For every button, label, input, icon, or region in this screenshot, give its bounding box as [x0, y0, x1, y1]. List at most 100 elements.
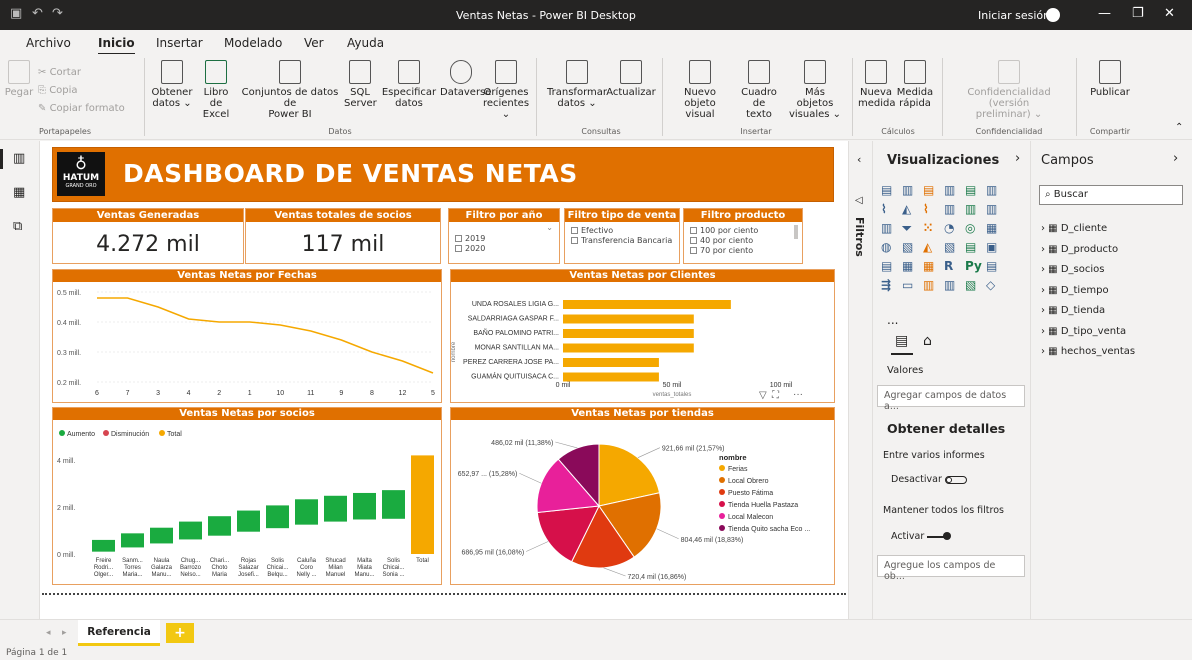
paint-roller-icon[interactable]: ⌂	[923, 333, 932, 349]
field-table-item[interactable]: › ▦ D_tipo_venta	[1041, 326, 1126, 337]
visual-type-icon[interactable]: ◎	[965, 221, 975, 235]
pie-chart-tiendas[interactable]: Ventas Netas por tiendas 921,66 mil (21,…	[450, 407, 835, 585]
menu-insertar[interactable]: Insertar	[156, 36, 203, 50]
visual-type-icon[interactable]: ▥	[944, 183, 955, 197]
field-table-item[interactable]: › ▦ D_cliente	[1041, 223, 1107, 234]
field-table-item[interactable]: › ▦ D_socios	[1041, 264, 1104, 275]
line-chart-fechas[interactable]: Ventas Netas por Fechas 0.5 mill. 0.4 mil…	[52, 269, 442, 403]
sensitivity-button[interactable]: Confidencialidad (versión preliminar) ⌄	[946, 54, 1072, 120]
visual-type-icon[interactable]: ⏷	[902, 221, 912, 236]
visual-type-icon[interactable]: ◇	[986, 278, 995, 292]
visual-type-icon[interactable]: ▤	[881, 183, 892, 197]
slicer-option[interactable]: 70 por ciento	[690, 246, 802, 256]
slicer-option[interactable]: 100 por ciento	[690, 226, 802, 236]
tab-referencia[interactable]: Referencia	[78, 620, 160, 646]
chevron-left-icon[interactable]: ‹	[857, 153, 861, 166]
visual-type-icon[interactable]: Py	[965, 259, 982, 273]
visual-type-icon[interactable]: ◭	[923, 240, 932, 254]
visual-type-icon[interactable]: ◍	[881, 240, 891, 254]
slicer-producto[interactable]: Filtro producto 100 por ciento 40 por ci…	[683, 208, 803, 264]
fields-search-input[interactable]: ⌕ Buscar	[1039, 185, 1183, 205]
menu-archivo[interactable]: Archivo	[26, 36, 71, 50]
dataverse-button[interactable]: Dataverse	[440, 54, 491, 98]
visual-type-icon[interactable]: ▥	[923, 278, 934, 292]
visual-type-icon[interactable]: ▥	[881, 221, 892, 235]
undo-icon[interactable]: ↶	[32, 6, 43, 21]
field-table-item[interactable]: › ▦ D_tiempo	[1041, 285, 1109, 296]
visual-type-icon[interactable]: ⌇	[881, 202, 887, 216]
waterfall-chart-socios[interactable]: Ventas Netas por socios Aumento Disminuci…	[52, 407, 442, 585]
visual-type-icon[interactable]: ▧	[944, 240, 955, 254]
textbox-button[interactable]: Cuadro de texto	[734, 54, 784, 120]
field-table-item[interactable]: › ▦ D_producto	[1041, 244, 1118, 255]
sql-server-button[interactable]: SQL Server	[344, 54, 377, 109]
minimize-icon[interactable]: —	[1098, 6, 1111, 21]
visual-type-icon[interactable]: ▥	[902, 183, 913, 197]
slicer-anio[interactable]: Filtro por año ⌄ 2019 2020	[448, 208, 560, 264]
save-icon[interactable]: ▣	[10, 6, 22, 21]
slicer-scrollbar[interactable]	[794, 225, 798, 239]
new-visual-button[interactable]: Nuevo objeto visual	[668, 54, 732, 120]
visual-type-icon[interactable]: ◔	[944, 221, 954, 235]
visual-type-icon[interactable]: ⇶	[881, 278, 891, 292]
get-data-button[interactable]: Obtener datos ⌄	[150, 54, 194, 109]
visual-type-icon[interactable]: ▧	[965, 278, 976, 292]
slicer-option[interactable]: 40 por ciento	[690, 236, 802, 246]
chevron-right-icon[interactable]: ›	[1015, 151, 1020, 166]
kpi-ventas-generadas[interactable]: Ventas Generadas 4.272 mil	[52, 208, 244, 264]
collapse-ribbon-icon[interactable]: ⌃	[1175, 122, 1183, 133]
cross-report-toggle[interactable]: Desactivar	[891, 474, 967, 485]
sign-in-link[interactable]: Iniciar sesión	[978, 9, 1050, 22]
visual-type-icon[interactable]: ▤	[986, 259, 997, 273]
values-drop-zone[interactable]: Agregar campos de datos a...	[877, 385, 1025, 412]
paste-button[interactable]: Pegar	[4, 54, 34, 98]
slicer-tipo-venta[interactable]: Filtro tipo de venta Efectivo Transferen…	[564, 208, 680, 264]
transform-data-button[interactable]: Transformar datos ⌄	[546, 54, 608, 109]
menu-ver[interactable]: Ver	[304, 36, 324, 50]
visual-type-icon[interactable]: ▤	[881, 259, 892, 273]
chevron-down-icon[interactable]: ⌄	[546, 223, 553, 232]
more-visuals-button[interactable]: Más objetos visuales ⌄	[786, 54, 844, 120]
new-measure-button[interactable]: Nueva medida	[858, 54, 896, 109]
visual-type-icon[interactable]: ▥	[986, 183, 997, 197]
visual-type-icon[interactable]: ▤	[965, 240, 976, 254]
powerbi-datasets-button[interactable]: Conjuntos de datos de Power BI	[238, 54, 342, 120]
slicer-option[interactable]: Efectivo	[571, 226, 679, 236]
visual-type-icon[interactable]: ▥	[986, 202, 997, 216]
visual-type-icon[interactable]: ⁙	[923, 221, 933, 235]
recent-sources-button[interactable]: Orígenes recientes ⌄	[482, 54, 530, 120]
visual-type-icon[interactable]: ▦	[923, 259, 934, 273]
more-visuals-dots[interactable]: ...	[887, 313, 898, 327]
chevron-right-icon[interactable]: ›	[1173, 151, 1178, 166]
menu-modelado[interactable]: Modelado	[224, 36, 282, 50]
excel-button[interactable]: Libro de Excel	[196, 54, 236, 120]
bar-chart-clientes[interactable]: Ventas Netas por Clientes nombre UNDA ROS…	[450, 269, 835, 403]
restore-icon[interactable]: ❐	[1132, 6, 1144, 21]
enter-data-button[interactable]: Especificar datos	[378, 54, 440, 109]
format-painter-button[interactable]: ✎ Copiar formato	[38, 100, 125, 118]
kpi-ventas-socios[interactable]: Ventas totales de socios 117 mil	[245, 208, 441, 264]
quick-measure-button[interactable]: Medida rápida	[894, 54, 936, 109]
field-table-item[interactable]: › ▦ hechos_ventas	[1041, 346, 1135, 357]
visual-type-icon[interactable]: ▤	[923, 183, 934, 197]
visual-type-icon[interactable]: ▦	[902, 259, 913, 273]
visual-type-icon[interactable]: ▭	[902, 278, 913, 292]
redo-icon[interactable]: ↷	[52, 6, 63, 21]
add-page-button[interactable]: +	[166, 623, 194, 643]
model-view-icon[interactable]: ⧉	[13, 219, 22, 234]
slicer-option[interactable]: 2020	[455, 244, 559, 254]
visual-type-icon[interactable]: ▧	[902, 240, 913, 254]
visual-type-icon[interactable]: ◭	[902, 202, 911, 216]
field-table-item[interactable]: › ▦ D_tienda	[1041, 305, 1105, 316]
visual-type-icon[interactable]: ⌇	[923, 202, 929, 216]
menu-ayuda[interactable]: Ayuda	[347, 36, 384, 50]
visual-type-icon[interactable]: ▥	[965, 202, 976, 216]
prev-page-icon[interactable]: ◂	[46, 628, 51, 638]
report-view-icon[interactable]: ▥	[13, 151, 25, 166]
visual-type-icon[interactable]: R	[944, 259, 953, 273]
visual-type-icon[interactable]: ▣	[986, 240, 997, 254]
publish-button[interactable]: Publicar	[1088, 54, 1132, 98]
drillthrough-drop-zone[interactable]: Agregue los campos de ob...	[877, 555, 1025, 582]
visual-type-icon[interactable]: ▦	[986, 221, 997, 235]
fields-well-icon[interactable]: ▤	[895, 333, 908, 349]
